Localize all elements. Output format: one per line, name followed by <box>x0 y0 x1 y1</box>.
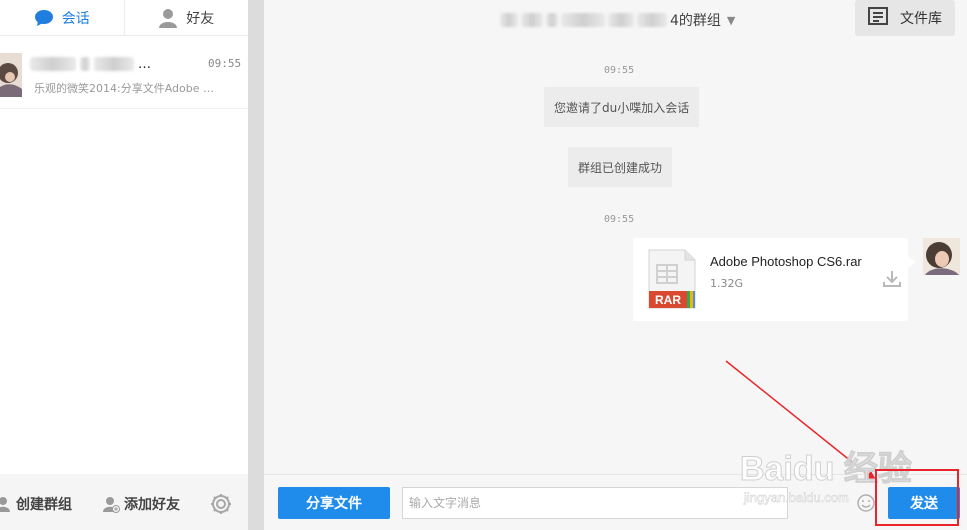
person-add-icon <box>102 495 120 513</box>
add-friend-button[interactable]: 添加好友 <box>102 494 180 514</box>
tab-friends[interactable]: 好友 <box>123 0 249 35</box>
chat-title[interactable]: 4的群组 ▼ <box>500 10 735 30</box>
message-list: 09:55 您邀请了du小喋加入会话 群组已创建成功 09:55 RAR Ado… <box>264 47 967 474</box>
my-avatar <box>923 238 960 275</box>
chat-title-text: 4的群组 <box>670 13 721 29</box>
system-message: 群组已创建成功 <box>568 147 673 187</box>
emoji-icon[interactable] <box>856 493 876 513</box>
chevron-down-icon: ▼ <box>726 13 736 27</box>
conversation-list-item[interactable]: … 09:55 乐观的微笑2014:分享文件Adobe … <box>0 47 248 109</box>
redacted-title-part <box>561 13 605 27</box>
redacted-name-part <box>94 57 134 71</box>
conversation-preview: 乐观的微笑2014:分享文件Adobe … <box>34 82 214 95</box>
file-message-card[interactable]: RAR Adobe Photoshop CS6.rar 1.32G <box>633 238 916 321</box>
system-message: 您邀请了du小喋加入会话 <box>544 87 700 127</box>
message-timestamp: 09:55 <box>604 214 635 225</box>
create-group-label: 创建群组 <box>16 497 72 513</box>
sidebar-divider <box>248 0 264 530</box>
send-button[interactable]: 发送 <box>888 487 960 519</box>
redacted-title-part <box>637 13 667 27</box>
file-library-label: 文件库 <box>900 11 942 27</box>
message-timestamp: 09:55 <box>604 65 635 76</box>
file-name: Adobe Photoshop CS6.rar <box>710 254 862 269</box>
chat-header: 4的群组 ▼ 文件库 <box>264 0 967 47</box>
group-add-icon <box>0 495 12 513</box>
add-friend-label: 添加好友 <box>124 497 180 513</box>
file-size: 1.32G <box>710 277 744 290</box>
conversation-name: … <box>30 56 200 72</box>
input-bar: 分享文件 发送 <box>264 474 967 530</box>
conversation-avatar <box>0 53 22 97</box>
person-icon <box>158 8 178 28</box>
message-input[interactable] <box>402 487 788 519</box>
tab-conversations-label: 会话 <box>61 10 90 27</box>
file-type-label: RAR <box>655 293 681 307</box>
system-message-text: 您邀请了du小喋加入会话 <box>554 100 690 115</box>
chat-panel: 4的群组 ▼ 文件库 09:55 您邀请了du小喋加入会话 群组已创建成功 09… <box>264 0 967 530</box>
tab-friends-label: 好友 <box>186 10 215 27</box>
share-file-button[interactable]: 分享文件 <box>278 487 390 519</box>
file-library-icon <box>868 7 888 29</box>
create-group-button[interactable]: 创建群组 <box>0 494 72 514</box>
conversation-name-suffix: … <box>138 56 151 72</box>
file-library-button[interactable]: 文件库 <box>855 0 955 36</box>
conversation-time: 09:55 <box>208 57 242 70</box>
system-message-text: 群组已创建成功 <box>578 160 663 175</box>
download-icon[interactable] <box>882 269 902 289</box>
tab-conversations[interactable]: 会话 <box>0 0 124 35</box>
redacted-title-part <box>521 13 543 27</box>
redacted-name-part <box>80 57 90 71</box>
rar-file-icon: RAR <box>647 249 697 309</box>
redacted-name-part <box>30 57 76 71</box>
chat-bubble-icon <box>34 8 54 28</box>
redacted-title-part <box>546 13 558 27</box>
share-file-label: 分享文件 <box>306 496 362 512</box>
gear-icon[interactable] <box>209 492 233 516</box>
sidebar-tabs: 会话 好友 <box>0 0 248 36</box>
sidebar: 会话 好友 … 09:55 乐观的微笑2014:分享文件Adobe … 创建群组… <box>0 0 248 530</box>
redacted-title-part <box>500 13 518 27</box>
redacted-title-part <box>608 13 634 27</box>
send-label: 发送 <box>910 496 938 512</box>
